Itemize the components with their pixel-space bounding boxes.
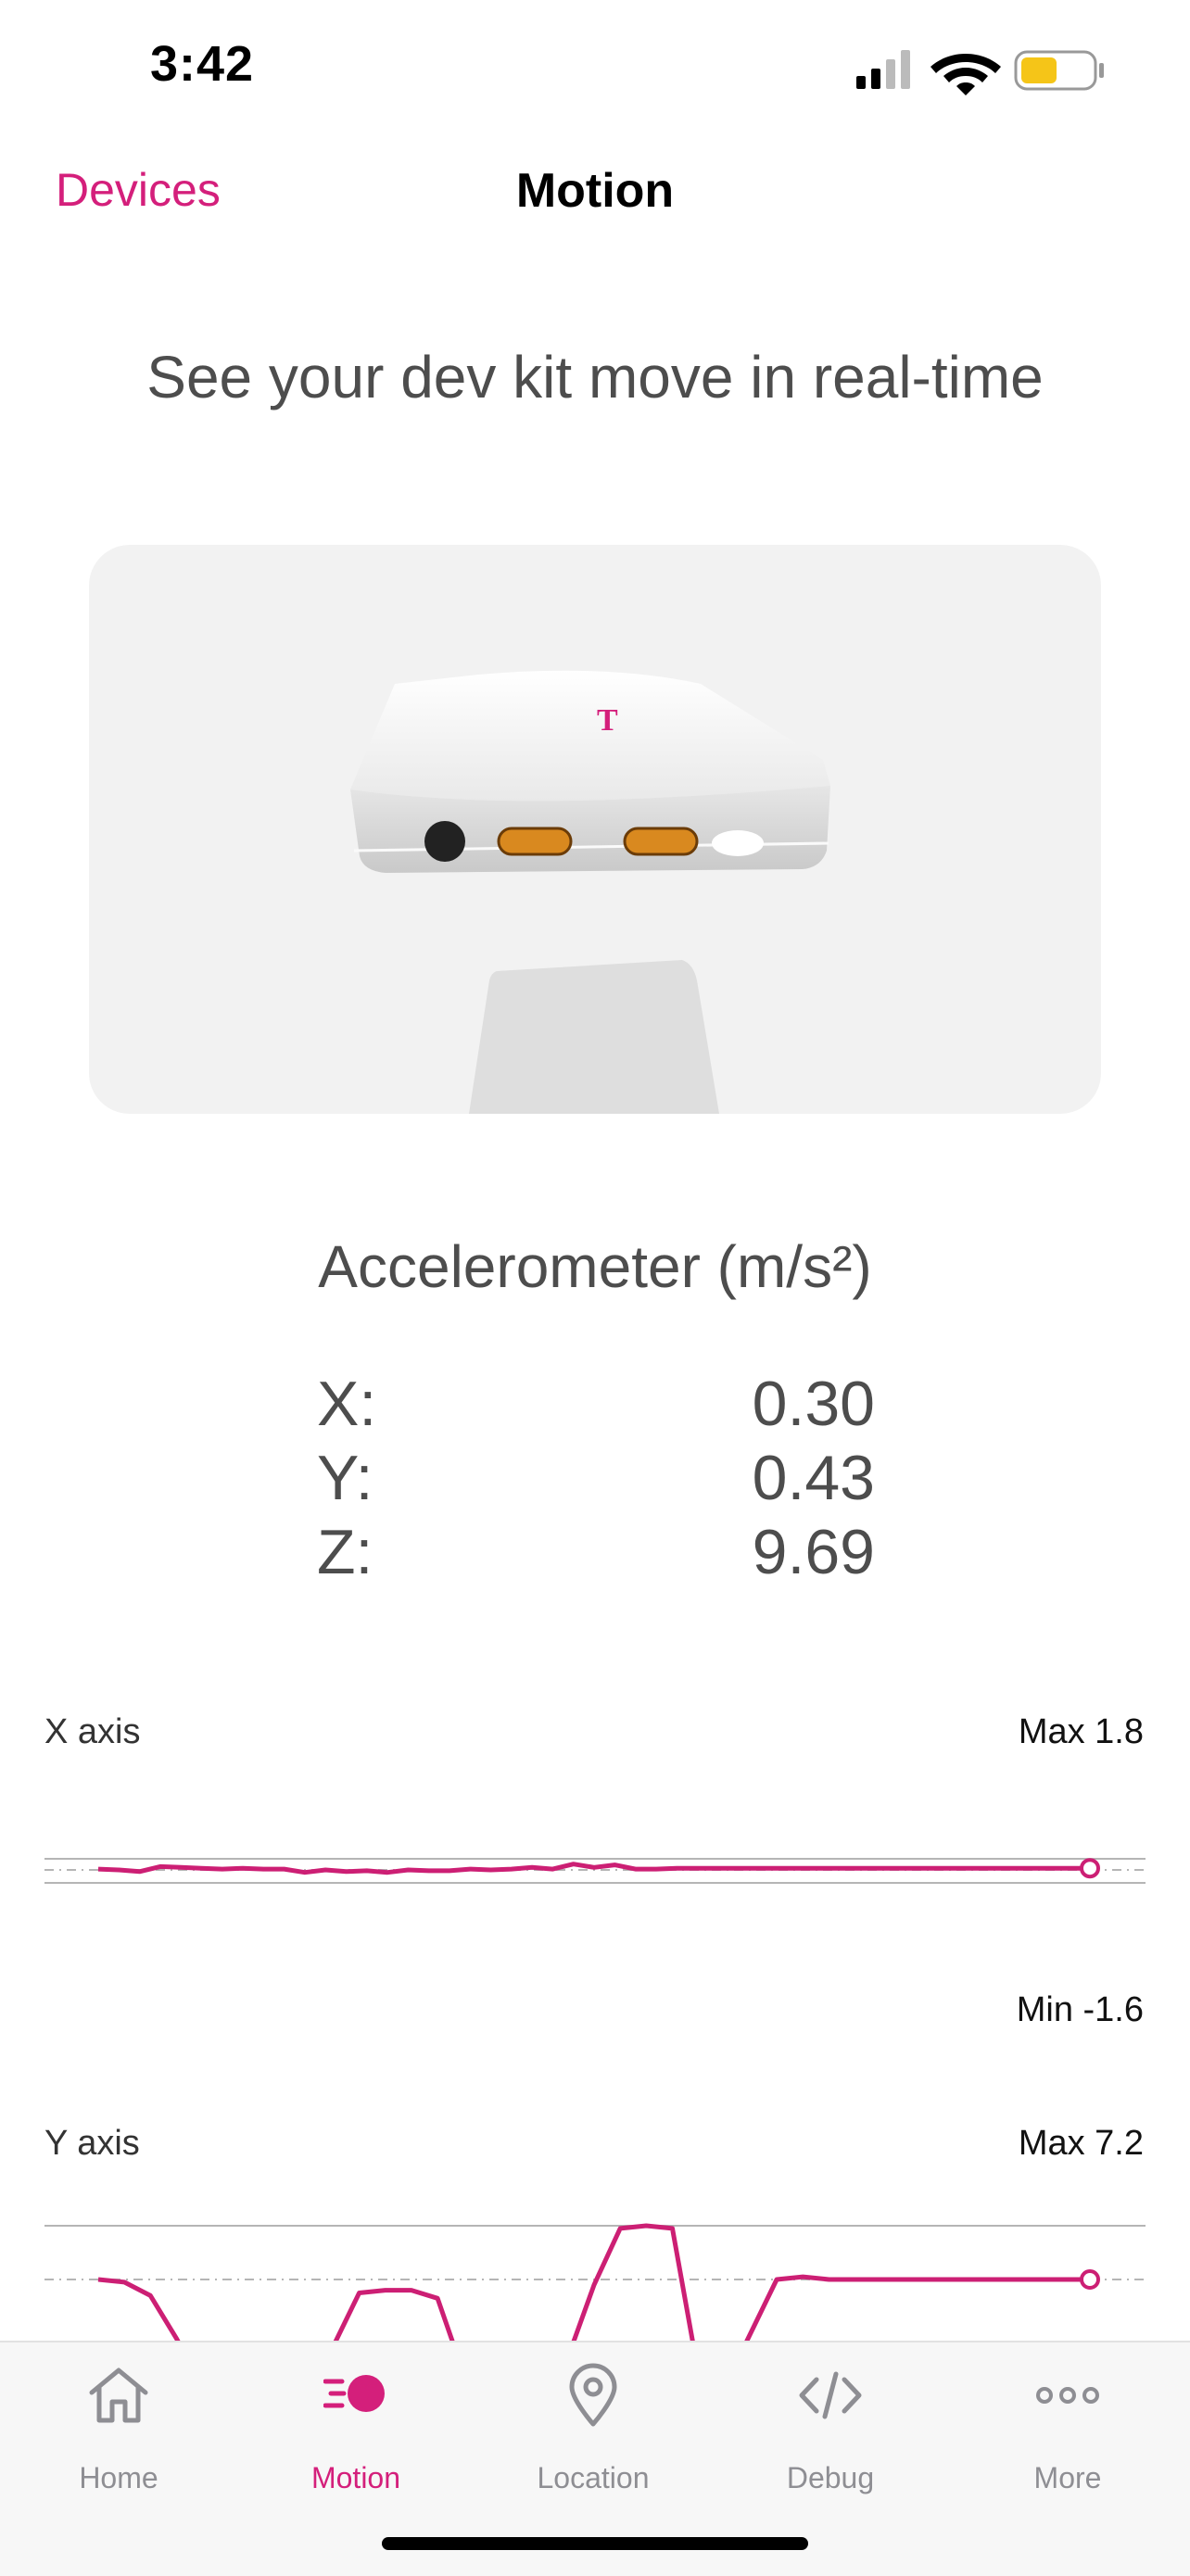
latest-point-marker: [1080, 1858, 1100, 1879]
accelerometer-title: Accelerometer (m/s²): [318, 1233, 872, 1300]
headline: See your dev kit move in real-time: [146, 344, 1044, 410]
x-axis-label: X axis: [44, 1712, 141, 1751]
motion-icon: [323, 2375, 385, 2412]
dev-kit-model-icon: T: [350, 670, 830, 1114]
y-axis-label: Y axis: [44, 2124, 140, 2163]
page-title: Motion: [515, 164, 675, 218]
tab-debug[interactable]: Debug: [712, 2342, 949, 2519]
y-axis-max: Max 7.2: [1018, 2124, 1144, 2163]
tab-motion-label: Motion: [310, 2461, 401, 2494]
series-line: [97, 1862, 1090, 1875]
tab-home-label: Home: [79, 2461, 158, 2494]
series-line: [97, 2223, 1090, 2344]
x-axis-min: Min -1.6: [1016, 1990, 1144, 2029]
wifi-icon: [930, 54, 1001, 95]
cellular-signal-icon: [856, 50, 910, 89]
status-icons: [856, 50, 1104, 95]
location-pin-icon: [569, 2363, 617, 2427]
home-icon: [89, 2368, 148, 2423]
more-dots-icon: [1036, 2387, 1099, 2404]
x-axis-chart: [44, 1858, 1146, 1884]
tab-motion[interactable]: Motion: [237, 2342, 475, 2519]
tab-more[interactable]: More: [949, 2342, 1186, 2519]
tab-location[interactable]: Location: [475, 2342, 712, 2519]
accel-y-value: 0.43: [752, 1443, 875, 1513]
accel-x-value: 0.30: [752, 1369, 875, 1439]
tab-more-label: More: [1033, 2461, 1102, 2494]
device-3d-view[interactable]: T: [89, 545, 1101, 1114]
accel-y-label: Y:: [317, 1443, 373, 1513]
home-indicator: [382, 2537, 808, 2550]
y-axis-chart: [44, 2223, 1146, 2344]
accel-z-label: Z:: [317, 1517, 373, 1587]
brand-mark: T: [597, 703, 618, 738]
tab-debug-label: Debug: [786, 2461, 875, 2494]
tab-location-label: Location: [537, 2461, 650, 2494]
code-icon: [799, 2371, 862, 2419]
status-time: 3:42: [150, 36, 255, 92]
x-axis-max: Max 1.8: [1018, 1712, 1144, 1751]
accel-z-value: 9.69: [752, 1517, 875, 1587]
tab-home[interactable]: Home: [0, 2342, 237, 2519]
accel-x-label: X:: [317, 1369, 377, 1439]
battery-icon: [1014, 50, 1104, 91]
latest-point-marker: [1080, 2269, 1100, 2290]
